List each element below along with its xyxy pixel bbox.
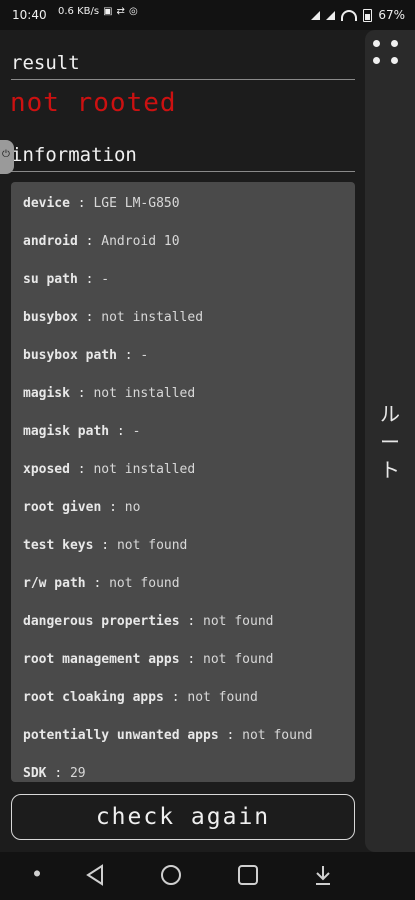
status-right-icons: 67% bbox=[311, 8, 405, 22]
side-panel-label: ルート bbox=[380, 402, 400, 482]
wifi-icon bbox=[341, 9, 358, 21]
info-row-test-keys: test keys : not found bbox=[23, 538, 188, 553]
info-row-potentially-unwanted-apps: potentially unwanted apps : not found bbox=[23, 728, 313, 743]
information-panel[interactable]: device : LGE LM-G850 android : Android 1… bbox=[11, 182, 355, 782]
download-icon[interactable] bbox=[313, 864, 333, 886]
info-row-xposed: xposed : not installed bbox=[23, 462, 196, 477]
info-row-dangerous-properties: dangerous properties : not found bbox=[23, 614, 274, 629]
grid-menu-icon[interactable] bbox=[373, 40, 399, 66]
battery-percent: 67% bbox=[378, 8, 405, 22]
status-bar: 10:40 0.6 KB/s ▣ ⇄ ◎ 67% bbox=[0, 0, 415, 30]
status-left-icons: 0.6 KB/s ▣ ⇄ ◎ bbox=[58, 6, 138, 17]
info-row-root-management-apps: root management apps : not found bbox=[23, 652, 274, 667]
network-speed: 0.6 KB/s bbox=[58, 6, 100, 17]
dot-icon[interactable]: ● bbox=[34, 868, 40, 879]
info-row-magisk: magisk : not installed bbox=[23, 386, 196, 401]
info-row-magisk-path: magisk path : - bbox=[23, 424, 141, 439]
info-row-root-given: root given : no bbox=[23, 500, 141, 515]
info-row-rw-path: r/w path : not found bbox=[23, 576, 180, 591]
main-content: result not rooted information device : L… bbox=[0, 30, 365, 852]
battery-icon bbox=[363, 8, 373, 22]
sim-icon: ▣ bbox=[103, 6, 113, 17]
info-row-sdk: SDK : 29 bbox=[23, 766, 86, 781]
vpn-icon: ◎ bbox=[128, 6, 138, 17]
info-row-root-cloaking-apps: root cloaking apps : not found bbox=[23, 690, 258, 705]
info-row-device: device : LGE LM-G850 bbox=[23, 196, 180, 211]
result-divider bbox=[11, 79, 355, 80]
recents-icon[interactable] bbox=[237, 864, 259, 886]
root-status: not rooted bbox=[10, 88, 177, 118]
edge-handle[interactable]: ⏻ bbox=[0, 140, 14, 174]
status-time: 10:40 bbox=[12, 8, 47, 22]
signal-icon-2 bbox=[326, 10, 336, 20]
result-heading: result bbox=[11, 52, 80, 74]
info-row-busybox-path: busybox path : - bbox=[23, 348, 149, 363]
information-heading: information bbox=[11, 144, 137, 166]
usb-icon: ⇄ bbox=[116, 6, 125, 17]
check-again-button[interactable]: check again bbox=[11, 794, 355, 840]
info-row-su-path: su path : - bbox=[23, 272, 110, 287]
information-divider bbox=[11, 171, 355, 172]
home-icon[interactable] bbox=[160, 864, 182, 886]
navigation-bar: ● bbox=[0, 852, 415, 900]
power-icon: ⏻ bbox=[2, 149, 10, 160]
info-row-busybox: busybox : not installed bbox=[23, 310, 204, 325]
side-panel[interactable]: ルート bbox=[365, 30, 415, 852]
info-row-android: android : Android 10 bbox=[23, 234, 180, 249]
signal-icon bbox=[311, 10, 321, 20]
back-icon[interactable] bbox=[85, 864, 105, 886]
